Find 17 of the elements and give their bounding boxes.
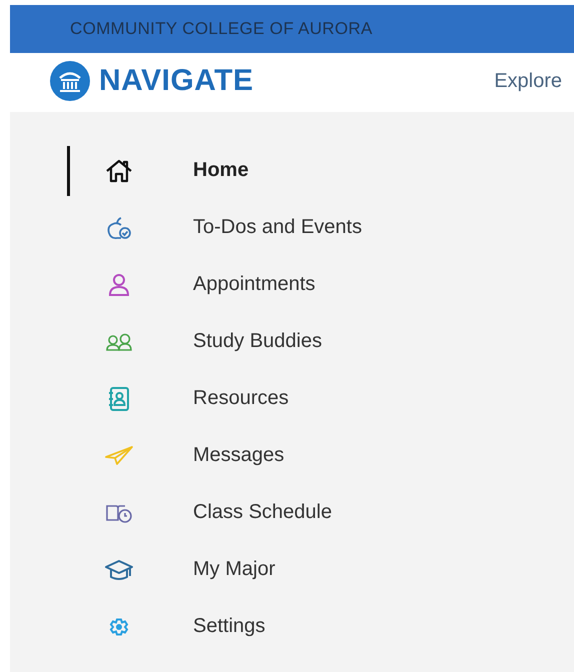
menu-item[interactable]: Study Buddies [193,330,322,353]
menu-item[interactable]: Appointments [193,273,316,296]
graduation-cap-icon [105,558,133,582]
menu-item[interactable]: Messages [193,444,284,467]
menu-item[interactable]: To-Dos and Events [193,216,362,239]
menu-item[interactable]: Settings [193,615,266,638]
apple-check-icon [105,216,133,240]
paper-plane-icon [105,444,133,468]
building-logo-icon [50,61,90,101]
menu-item[interactable]: Class Schedule [193,501,332,524]
house-icon [105,158,133,182]
menu-item[interactable]: Home [193,159,249,182]
explore-link[interactable]: Explore [494,70,562,92]
logo-text: NAVIGATE [99,64,254,98]
menu-item[interactable]: Resources [193,387,289,410]
college-name: COMMUNITY COLLEGE OF AURORA [70,19,372,39]
menu-item[interactable]: My Major [193,558,276,581]
